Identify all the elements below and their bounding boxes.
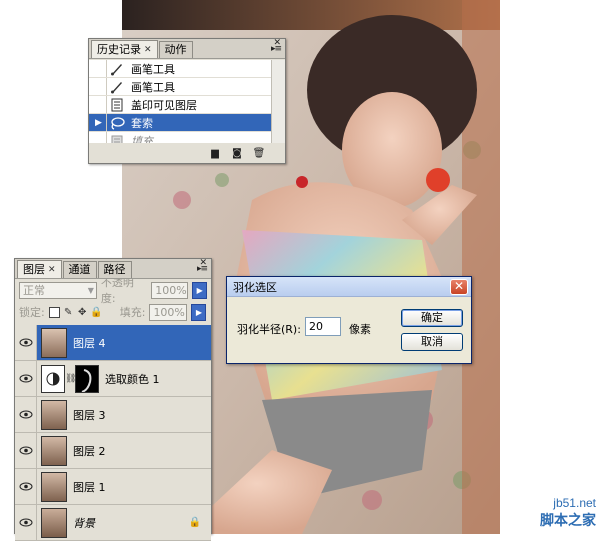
opacity-slider-button[interactable]: ▶	[192, 281, 208, 299]
panel-menu-icon[interactable]: ▸≡	[197, 264, 208, 274]
blend-opacity-row: 正常 ▼ 不透明度: 100% ▶	[15, 276, 211, 305]
snapshot-source-checkbox[interactable]: ▶	[89, 114, 107, 131]
close-tab-icon[interactable]: ✕	[144, 42, 152, 58]
visibility-eye-icon[interactable]	[15, 433, 37, 468]
visibility-eye-icon[interactable]	[15, 361, 37, 396]
history-item-label: 画笔工具	[131, 80, 175, 94]
lock-icons: ✎ ✥ 🔒	[48, 306, 102, 318]
unit-label: 像素	[349, 323, 371, 336]
fill-label: 填充:	[119, 306, 146, 319]
layer-row[interactable]: 图层 3	[15, 397, 211, 433]
feather-selection-dialog: 羽化选区 ✕ 羽化半径(R): 20 像素 确定 取消	[226, 276, 472, 364]
panel-menu-icon[interactable]: ▸≡	[271, 44, 282, 54]
tab-history-label: 历史记录	[97, 42, 141, 56]
layer-thumbnail	[41, 507, 67, 538]
tab-layers-label: 图层	[23, 262, 45, 276]
layer-row[interactable]: 图层 2	[15, 433, 211, 469]
lock-pixels-icon[interactable]: ✎	[63, 307, 74, 318]
watermark-name: 脚本之家	[540, 513, 596, 529]
tab-channels-label: 通道	[68, 263, 91, 276]
layer-thumbnail	[41, 435, 67, 466]
visibility-eye-icon[interactable]	[15, 325, 37, 360]
link-chain-icon[interactable]: ⛓	[65, 374, 76, 384]
close-icon[interactable]: ✕	[450, 279, 468, 295]
brush-icon	[107, 79, 127, 95]
lock-all-icon[interactable]: 🔒	[90, 307, 102, 318]
ok-button[interactable]: 确定	[401, 309, 463, 327]
tab-channels[interactable]: 通道	[62, 261, 97, 278]
tab-history[interactable]: 历史记录 ✕	[91, 40, 158, 58]
fill-slider-button[interactable]: ▶	[191, 303, 207, 321]
layer-row[interactable]: 背景 🔒	[15, 505, 211, 541]
layer-name[interactable]: 图层 3	[67, 407, 106, 423]
layer-list: 图层 4 ⛓ 选取颜色 1 图层 3 图层 2 图层 1 背景 🔒	[15, 325, 211, 541]
blend-mode-select[interactable]: 正常 ▼	[19, 281, 97, 299]
layer-name[interactable]: 图层 4	[67, 335, 106, 351]
history-item[interactable]: 画笔工具	[89, 78, 271, 96]
stamp-layer-icon	[107, 97, 127, 113]
snapshot-source-checkbox[interactable]	[89, 78, 107, 95]
history-item-selected[interactable]: ▶ 套索	[89, 114, 271, 132]
dialog-body: 羽化半径(R): 20 像素 确定 取消	[227, 297, 471, 363]
close-tab-icon[interactable]: ✕	[48, 262, 56, 278]
layer-row[interactable]: ⛓ 选取颜色 1	[15, 361, 211, 397]
layer-thumbnail	[41, 327, 67, 358]
history-item[interactable]: 盖印可见图层	[89, 96, 271, 114]
history-item[interactable]: 画笔工具	[89, 60, 271, 78]
tab-layers[interactable]: 图层 ✕	[17, 260, 62, 278]
history-list: 画笔工具 画笔工具 盖印可见图层 ▶ 套索 填充	[89, 60, 271, 150]
tab-paths[interactable]: 路径	[97, 261, 132, 278]
new-snapshot-icon[interactable]: ◙	[231, 148, 243, 159]
visibility-eye-icon[interactable]	[15, 469, 37, 504]
layer-name[interactable]: 图层 1	[67, 479, 106, 495]
tab-paths-label: 路径	[103, 263, 126, 276]
trash-icon[interactable]: 🗑	[253, 148, 266, 159]
dialog-title: 羽化选区	[233, 280, 277, 294]
layers-panel-tabs: 图层 ✕ 通道 路径 ✕ ▸≡	[15, 258, 211, 279]
layer-name[interactable]: 选取颜色 1	[99, 371, 160, 387]
history-scrollbar[interactable]	[271, 60, 285, 143]
tab-actions[interactable]: 动作	[158, 41, 193, 58]
dialog-title-bar[interactable]: 羽化选区	[227, 277, 471, 297]
lock-transparency-icon[interactable]	[48, 306, 60, 318]
snapshot-source-checkbox[interactable]	[89, 60, 107, 77]
visibility-eye-icon[interactable]	[15, 397, 37, 432]
watermark: jb51.net 脚本之家	[540, 496, 596, 530]
layers-panel: 图层 ✕ 通道 路径 ✕ ▸≡ 正常 ▼ 不透明度: 100% ▶ 锁定: ✎ …	[14, 258, 212, 541]
lasso-icon	[107, 115, 127, 131]
watermark-url: jb51.net	[553, 496, 596, 510]
layer-name[interactable]: 图层 2	[67, 443, 106, 459]
history-item-label: 套索	[131, 116, 153, 130]
lock-icon: 🔒	[188, 517, 201, 528]
history-panel: 历史记录 ✕ 动作 ✕ ▸≡ 画笔工具 画笔工具 盖印可见图层 ▶ 套索 填充 …	[88, 38, 286, 164]
opacity-input[interactable]: 100%	[151, 281, 189, 299]
visibility-eye-icon[interactable]	[15, 505, 37, 540]
layer-thumbnail	[41, 471, 67, 502]
history-state-arrow-icon: ▶	[95, 118, 102, 128]
cancel-button[interactable]: 取消	[401, 333, 463, 351]
layer-row[interactable]: 图层 4	[15, 325, 211, 361]
feather-radius-input[interactable]: 20	[305, 317, 341, 336]
chevron-down-icon: ▼	[87, 285, 94, 295]
new-document-from-state-icon[interactable]: ▆	[209, 148, 221, 159]
layer-row[interactable]: 图层 1	[15, 469, 211, 505]
history-panel-footer: ▆ ◙ 🗑	[89, 143, 285, 163]
feather-radius-label: 羽化半径(R):	[237, 323, 301, 336]
lock-label: 锁定:	[19, 306, 45, 319]
layer-mask-thumbnail[interactable]	[75, 364, 99, 393]
brush-icon	[107, 61, 127, 77]
layer-thumbnail	[41, 399, 67, 430]
history-panel-tabs: 历史记录 ✕ 动作 ✕ ▸≡	[89, 38, 285, 59]
tab-actions-label: 动作	[164, 43, 187, 56]
lock-position-icon[interactable]: ✥	[77, 307, 88, 318]
history-item-label: 盖印可见图层	[131, 98, 197, 112]
snapshot-source-checkbox[interactable]	[89, 96, 107, 113]
history-item-label: 画笔工具	[131, 62, 175, 76]
fill-input[interactable]: 100%	[149, 303, 188, 321]
selective-color-adjustment-icon	[41, 364, 65, 393]
layer-name[interactable]: 背景	[67, 515, 95, 531]
blend-mode-value: 正常	[23, 283, 45, 297]
